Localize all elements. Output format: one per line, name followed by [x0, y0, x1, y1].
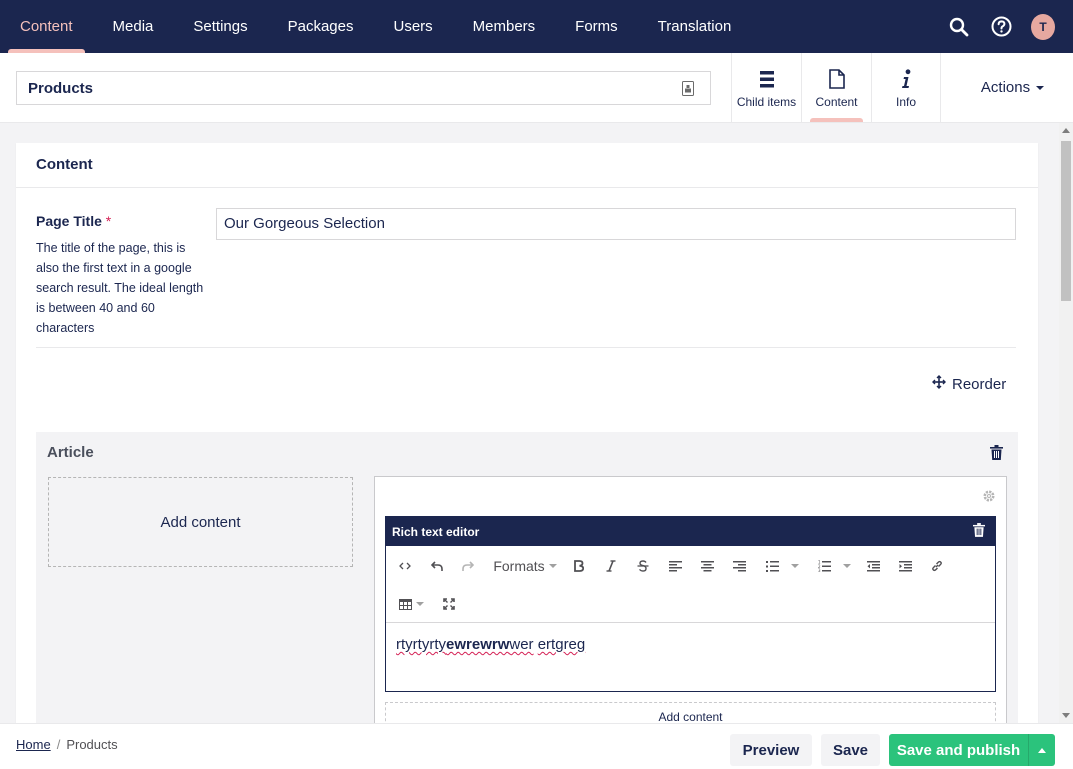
publish-options-button[interactable] [1028, 734, 1055, 766]
rich-text-editor: Rich text editor Formats 1 2 3 rtyrtyrty… [385, 516, 996, 692]
rte-bold-text: ewrewrw [446, 636, 510, 653]
chevron-down-icon [842, 564, 851, 568]
trash-icon[interactable] [990, 445, 1003, 463]
save-button[interactable]: Save [821, 734, 880, 766]
chevron-down-icon [548, 564, 557, 568]
source-code-icon[interactable] [396, 554, 414, 578]
top-navigation: Content Media Settings Packages Users Me… [0, 0, 1073, 53]
required-marker: * [105, 213, 112, 229]
align-center-icon[interactable] [698, 554, 716, 578]
chevron-down-icon [790, 564, 799, 568]
group-title: Content [16, 143, 1038, 188]
app-info[interactable]: Info [871, 53, 941, 122]
chevron-up-icon [1038, 747, 1046, 753]
section-packages[interactable]: Packages [268, 0, 374, 53]
actions-button[interactable]: Actions [952, 53, 1073, 122]
bold-icon[interactable] [570, 554, 588, 578]
numbered-list-icon[interactable]: 123 [814, 554, 854, 578]
editor-header: Products Child items Content Info Action… [0, 53, 1073, 123]
grid-cell: Rich text editor Formats 1 2 3 rtyrtyrty… [374, 476, 1007, 743]
info-icon [900, 67, 912, 91]
section-settings[interactable]: Settings [173, 0, 267, 53]
breadcrumb-home[interactable]: Home [16, 737, 51, 752]
formats-dropdown[interactable]: Formats [492, 554, 558, 578]
scroll-down-icon[interactable] [1062, 713, 1070, 718]
move-icon [932, 375, 946, 393]
app-label: Child items [736, 94, 797, 109]
page-title-description: The title of the page, this is also the … [36, 241, 204, 335]
add-content-button[interactable]: Add content [48, 477, 353, 567]
editor-footer: Home / Products Preview Save Save and publ… [0, 723, 1073, 769]
table-icon[interactable] [396, 592, 426, 616]
node-name-input[interactable]: Products [16, 71, 711, 105]
content-panel: Content Page Title * The title of the pa… [16, 143, 1038, 743]
app-label: Info [895, 94, 916, 109]
outdent-icon[interactable] [864, 554, 882, 578]
header-tools: T [947, 0, 1055, 53]
page-title-label: Page Title * [36, 213, 111, 229]
chevron-down-icon [415, 602, 424, 606]
section-forms[interactable]: Forms [555, 0, 638, 53]
app-child-items[interactable]: Child items [731, 53, 801, 122]
section-content[interactable]: Content [0, 0, 93, 53]
user-avatar[interactable]: T [1031, 13, 1055, 40]
list-icon [759, 67, 774, 91]
link-icon[interactable] [928, 554, 946, 578]
preview-button[interactable]: Preview [730, 734, 812, 766]
lock-icon[interactable] [682, 81, 694, 100]
indent-icon[interactable] [896, 554, 914, 578]
actions-label: Actions [980, 79, 1031, 96]
chevron-down-icon [1036, 85, 1045, 90]
section-users[interactable]: Users [373, 0, 452, 53]
rte-header: Rich text editor [386, 517, 995, 546]
strikethrough-icon[interactable] [634, 554, 652, 578]
italic-icon[interactable] [602, 554, 620, 578]
section-list: Content Media Settings Packages Users Me… [0, 0, 751, 53]
align-right-icon[interactable] [730, 554, 748, 578]
bullet-list-icon[interactable] [762, 554, 802, 578]
app-label: Content [815, 94, 858, 109]
align-left-icon[interactable] [666, 554, 684, 578]
breadcrumb: Home / Products [16, 737, 118, 752]
breadcrumb-current: Products [66, 737, 118, 752]
save-and-publish-button[interactable]: Save and publish [889, 734, 1028, 766]
reorder-label: Reorder [952, 375, 1007, 393]
rte-text-part: rtyrtyrty [396, 636, 446, 653]
gear-icon[interactable] [982, 489, 996, 506]
scrollbar-thumb[interactable] [1061, 141, 1071, 301]
section-members[interactable]: Members [453, 0, 556, 53]
formats-label: Formats [493, 558, 545, 574]
section-translation[interactable]: Translation [638, 0, 752, 53]
breadcrumb-separator: / [56, 737, 61, 752]
rte-text-part: ertgreg [537, 636, 586, 653]
rte-content[interactable]: rtyrtyrtyewrewrwwer ertgreg [386, 623, 995, 666]
fullscreen-icon[interactable] [440, 592, 458, 616]
rte-title: Rich text editor [392, 525, 480, 539]
app-content[interactable]: Content [801, 53, 871, 122]
page-title-property: Page Title * The title of the page, this… [36, 208, 1016, 348]
rte-toolbar: Formats 1 2 3 [386, 546, 995, 623]
document-icon [828, 67, 845, 91]
article-title: Article [47, 444, 94, 461]
search-icon[interactable] [947, 15, 971, 39]
undo-icon[interactable] [428, 554, 446, 578]
scroll-up-icon[interactable] [1062, 128, 1070, 133]
svg-text:3: 3 [818, 568, 821, 572]
scrollbar[interactable] [1059, 123, 1073, 723]
trash-icon[interactable] [973, 523, 985, 540]
avatar-initial: T [1031, 13, 1055, 40]
page-title-input[interactable]: Our Gorgeous Selection [216, 208, 1016, 240]
node-name-text: Products [28, 79, 94, 97]
page-title-label-text: Page Title [36, 213, 102, 229]
reorder-button[interactable]: Reorder [932, 375, 1006, 393]
redo-icon[interactable] [459, 554, 477, 578]
rte-text-part: wer [509, 636, 534, 653]
help-icon[interactable] [989, 15, 1013, 39]
section-media[interactable]: Media [93, 0, 174, 53]
content-apps: Child items Content Info [731, 53, 941, 122]
article-section: Article Add content Rich text editor For… [36, 432, 1018, 743]
